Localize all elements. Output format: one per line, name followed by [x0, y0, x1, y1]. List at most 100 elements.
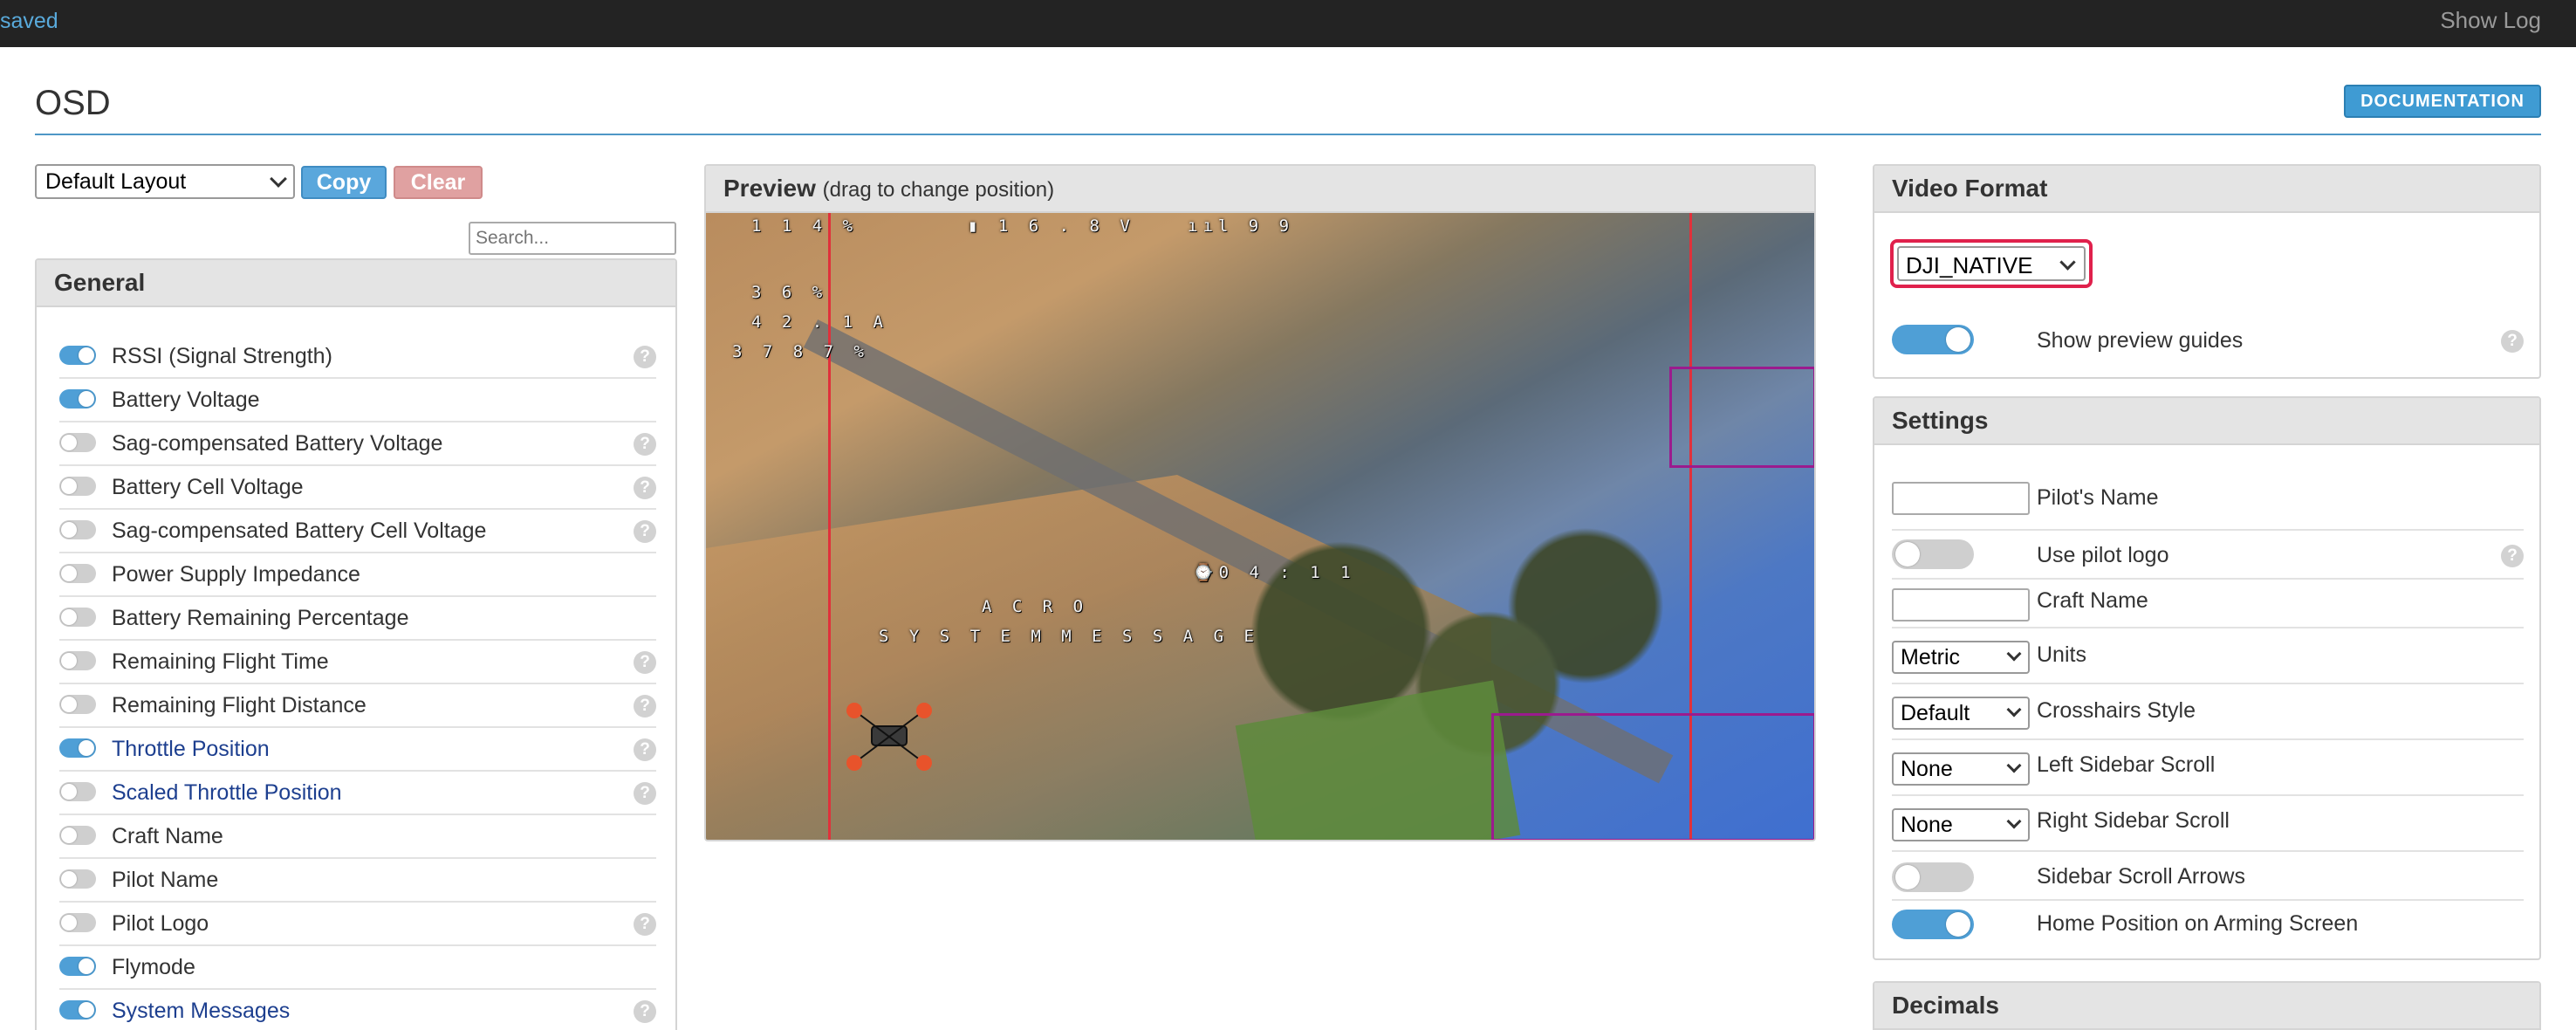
- left-sidebar-scroll-value: None: [1901, 757, 1953, 781]
- search-input[interactable]: [469, 222, 676, 255]
- osd-readout-1[interactable]: 3 6 %: [751, 283, 827, 302]
- preview-guide-box-bottom: [1491, 713, 1814, 840]
- crosshairs-select[interactable]: Default: [1892, 697, 2030, 730]
- help-icon[interactable]: ?: [634, 520, 656, 543]
- osd-timer-readout[interactable]: ⌚0 4 : 1 1: [1193, 562, 1356, 582]
- osd-signal-value: 9 9: [1248, 216, 1295, 236]
- pilot-logo-toggle[interactable]: [1892, 539, 1974, 569]
- osd-element-toggle[interactable]: [59, 913, 96, 932]
- help-icon[interactable]: ?: [2501, 545, 2524, 567]
- help-icon[interactable]: ?: [634, 695, 656, 718]
- units-select[interactable]: Metric: [1892, 641, 2030, 674]
- osd-element-toggle[interactable]: [59, 1000, 96, 1020]
- toggle-knob: [61, 653, 77, 669]
- osd-element-label: Remaining Flight Distance: [112, 693, 367, 718]
- general-panel-title: General: [37, 260, 675, 307]
- osd-element-toggle[interactable]: [59, 695, 96, 714]
- osd-system-message[interactable]: S Y S T E M M E S S A G E: [879, 627, 1259, 646]
- help-icon[interactable]: ?: [634, 913, 656, 936]
- timer-icon: ⌚: [1193, 563, 1219, 582]
- pilot-name-input[interactable]: [1892, 482, 2030, 515]
- osd-element-toggle[interactable]: [59, 346, 96, 365]
- toggle-knob: [79, 740, 94, 756]
- toggle-knob: [61, 871, 77, 887]
- home-position-toggle[interactable]: [1892, 910, 1974, 939]
- top-status-bar: saved Show Log: [0, 0, 2576, 47]
- page-title: OSD: [35, 84, 111, 122]
- preview-guides-label: Show preview guides: [2037, 328, 2244, 353]
- preview-guides-toggle[interactable]: [1892, 325, 1974, 354]
- copy-button[interactable]: Copy: [301, 166, 387, 199]
- show-log-link[interactable]: Show Log: [2440, 7, 2541, 34]
- osd-readout-2[interactable]: 4 2 . 1 A: [751, 312, 888, 332]
- osd-element-toggle[interactable]: [59, 520, 96, 539]
- toggle-knob: [61, 435, 77, 450]
- osd-element-toggle[interactable]: [59, 477, 96, 496]
- osd-signal-readout[interactable]: ııl 9 9: [1188, 216, 1294, 236]
- help-icon[interactable]: ?: [634, 782, 656, 805]
- toggle-knob: [61, 915, 77, 930]
- craft-name-input[interactable]: [1892, 588, 2030, 621]
- help-icon[interactable]: ?: [634, 1000, 656, 1023]
- osd-element-toggle[interactable]: [59, 738, 96, 758]
- toggle-knob: [61, 827, 77, 843]
- crosshairs-label: Crosshairs Style: [2037, 698, 2196, 723]
- preview-guides-row: Show preview guides ?: [1892, 325, 2524, 360]
- osd-readout-3[interactable]: 3 7 8 7 %: [732, 342, 869, 361]
- osd-element-toggle[interactable]: [59, 957, 96, 976]
- osd-timer-value: 0 4 : 1 1: [1218, 563, 1356, 582]
- osd-element-label: Battery Voltage: [112, 388, 260, 412]
- chevron-down-icon: [2059, 254, 2076, 271]
- osd-element-row: Scaled Throttle Position?: [59, 772, 656, 815]
- craft-name-row: Craft Name: [1892, 580, 2524, 628]
- osd-element-row: Battery Cell Voltage?: [59, 466, 656, 510]
- video-format-title: Video Format: [1874, 166, 2539, 213]
- left-sidebar-scroll-select[interactable]: None: [1892, 752, 2030, 786]
- osd-element-toggle[interactable]: [59, 433, 96, 452]
- preview-panel-header: Preview (drag to change position): [706, 166, 1814, 213]
- layout-select[interactable]: Default Layout: [35, 164, 295, 199]
- preview-panel: Preview (drag to change position) 1 1 4 …: [704, 164, 1816, 841]
- osd-element-label: System Messages: [112, 999, 291, 1023]
- settings-panel: Settings Pilot's Name Use pilot logo ? C…: [1873, 396, 2541, 960]
- help-icon[interactable]: ?: [634, 651, 656, 674]
- help-icon[interactable]: ?: [2501, 330, 2524, 353]
- osd-element-toggle[interactable]: [59, 826, 96, 845]
- osd-element-toggle[interactable]: [59, 608, 96, 627]
- osd-element-row: Craft Name: [59, 815, 656, 859]
- help-icon[interactable]: ?: [634, 477, 656, 499]
- toggle-knob: [1895, 542, 1920, 566]
- osd-element-toggle[interactable]: [59, 564, 96, 583]
- preview-title: Preview: [723, 175, 816, 202]
- osd-element-toggle[interactable]: [59, 651, 96, 670]
- chevron-down-icon: [270, 170, 287, 188]
- craft-name-label: Craft Name: [2037, 588, 2148, 613]
- osd-rssi-readout[interactable]: 1 1 4 %: [751, 216, 858, 236]
- osd-element-label: Battery Remaining Percentage: [112, 606, 409, 630]
- left-sidebar-scroll-label: Left Sidebar Scroll: [2037, 752, 2216, 777]
- pilot-name-row: Pilot's Name: [1892, 482, 2524, 531]
- toggle-knob: [79, 347, 94, 363]
- osd-element-label: Remaining Flight Time: [112, 649, 329, 674]
- video-format-select[interactable]: DJI_NATIVE: [1890, 239, 2093, 288]
- osd-battery-readout[interactable]: ▮ 1 6 . 8 V: [968, 216, 1135, 236]
- units-label: Units: [2037, 642, 2086, 667]
- clear-button[interactable]: Clear: [394, 166, 483, 199]
- osd-element-toggle[interactable]: [59, 389, 96, 409]
- settings-title: Settings: [1874, 398, 2539, 445]
- toggle-knob: [1946, 912, 1970, 937]
- chevron-down-icon: [2006, 758, 2022, 773]
- osd-preview-area[interactable]: 1 1 4 % ▮ 1 6 . 8 V ııl 9 9 3 6 % 4 2 . …: [706, 213, 1814, 840]
- osd-element-label: Flymode: [112, 955, 195, 979]
- osd-element-row: Remaining Flight Distance?: [59, 684, 656, 728]
- osd-flymode[interactable]: A C R O: [982, 597, 1088, 616]
- osd-element-toggle[interactable]: [59, 869, 96, 889]
- help-icon[interactable]: ?: [634, 433, 656, 456]
- sidebar-scroll-arrows-toggle[interactable]: [1892, 862, 1974, 892]
- help-icon[interactable]: ?: [634, 346, 656, 368]
- documentation-button[interactable]: DOCUMENTATION: [2344, 85, 2541, 118]
- osd-element-toggle[interactable]: [59, 782, 96, 801]
- right-sidebar-scroll-select[interactable]: None: [1892, 808, 2030, 841]
- osd-element-label: Sag-compensated Battery Cell Voltage: [112, 518, 487, 543]
- help-icon[interactable]: ?: [634, 738, 656, 761]
